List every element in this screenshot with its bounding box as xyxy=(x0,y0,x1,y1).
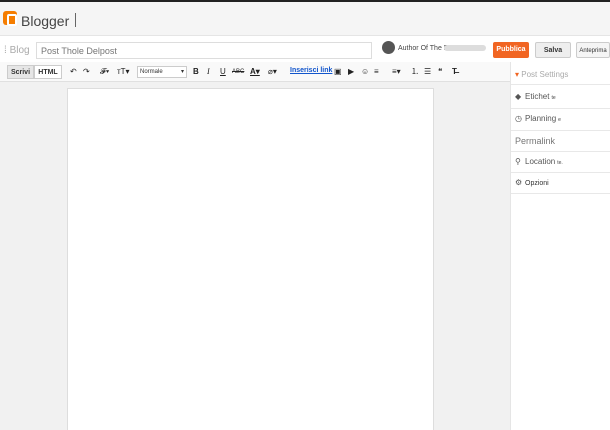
divider xyxy=(511,172,610,173)
divider xyxy=(75,13,76,27)
divider xyxy=(511,84,610,85)
post-title-bar: ⁞ Blog Author Of The Post Pubblica Salva… xyxy=(0,36,610,62)
insert-jump-break-icon[interactable]: ≡ xyxy=(374,67,379,77)
publish-button[interactable]: Pubblica xyxy=(493,42,529,58)
sidebar-item-labels[interactable]: ◆ Etichet te xyxy=(515,92,556,101)
post-body-editor[interactable] xyxy=(67,88,434,430)
quote-icon[interactable]: ❝ xyxy=(438,67,442,77)
top-bar: Blogger xyxy=(0,0,610,36)
insert-image-icon[interactable]: ▣ xyxy=(334,67,342,77)
strikethrough-icon[interactable]: ABC xyxy=(232,67,244,77)
compose-mode-button[interactable]: Scrivi xyxy=(7,65,34,79)
breadcrumb-blog[interactable]: ⁞ Blog xyxy=(4,45,30,56)
avatar[interactable] xyxy=(382,41,395,54)
emoji-icon[interactable]: ☺ xyxy=(361,67,369,77)
editor-toolbar: Scrivi HTML ↶ ↷ 𝓕▾ ᴛT▾ Normale B I U ABC… xyxy=(0,62,510,82)
post-settings-heading: ▾ Post Settings xyxy=(515,70,568,79)
save-button[interactable]: Salva xyxy=(535,42,571,58)
caret-icon: ▾ xyxy=(515,70,520,79)
bulleted-list-icon[interactable]: ☰ xyxy=(424,67,431,77)
highlight-color-icon[interactable]: ⌀▾ xyxy=(268,67,277,77)
labels-value: te xyxy=(551,95,556,101)
brand-name: Blogger xyxy=(21,13,70,29)
editor-canvas xyxy=(0,82,510,430)
underline-icon[interactable]: U xyxy=(220,67,226,77)
italic-icon[interactable]: I xyxy=(207,67,210,77)
divider xyxy=(511,193,610,194)
schedule-value: e xyxy=(558,117,561,123)
undo-icon[interactable]: ↶ xyxy=(70,67,77,77)
permalink-label: Permalink xyxy=(515,136,556,146)
post-title-input[interactable] xyxy=(36,42,372,59)
font-size-icon[interactable]: ᴛT▾ xyxy=(117,67,130,77)
sidebar-item-options[interactable]: ⚙ Opzioni xyxy=(515,178,549,187)
divider xyxy=(511,130,610,131)
location-pin-icon: ⚲ xyxy=(515,157,521,166)
location-label: Location xyxy=(525,157,556,166)
location-value: te. xyxy=(557,160,563,166)
post-settings-sidebar: ▾ Post Settings ◆ Etichet te ◷ Planning e Pe… xyxy=(510,62,610,430)
gear-icon: ⚙ xyxy=(515,178,523,187)
schedule-label: Planning xyxy=(525,114,557,123)
insert-link-button[interactable]: Inserisci link xyxy=(290,67,332,74)
html-mode-button[interactable]: HTML xyxy=(34,65,62,79)
insert-video-icon[interactable]: ▶ xyxy=(348,67,354,77)
text-color-icon[interactable]: A▾ xyxy=(250,67,260,77)
alignment-icon[interactable]: ≡▾ xyxy=(392,67,401,77)
labels-label: Etichet xyxy=(525,92,550,101)
sidebar-item-location[interactable]: ⚲ Location te. xyxy=(515,157,563,166)
numbered-list-icon[interactable]: ⒈ xyxy=(411,67,419,77)
tag-icon: ◆ xyxy=(515,92,522,101)
sidebar-item-schedule[interactable]: ◷ Planning e xyxy=(515,114,561,123)
divider xyxy=(511,151,610,152)
options-label: Opzioni xyxy=(525,180,549,187)
post-settings-label: Post Settings xyxy=(521,70,569,79)
bold-icon[interactable]: B xyxy=(193,67,199,77)
blogger-logo-icon[interactable] xyxy=(3,11,17,26)
font-family-icon[interactable]: 𝓕▾ xyxy=(100,67,109,77)
preview-button[interactable]: Anteprima xyxy=(576,42,610,58)
sidebar-item-permalink[interactable]: Permalink xyxy=(515,136,555,146)
clock-icon: ◷ xyxy=(515,114,522,123)
breadcrumb-label: Blog xyxy=(9,45,30,56)
author-name-redacted xyxy=(444,45,486,51)
clear-formatting-icon[interactable]: T̶ xyxy=(452,67,457,77)
redo-icon[interactable]: ↷ xyxy=(83,67,90,77)
format-select[interactable]: Normale xyxy=(137,66,187,78)
divider xyxy=(511,108,610,109)
